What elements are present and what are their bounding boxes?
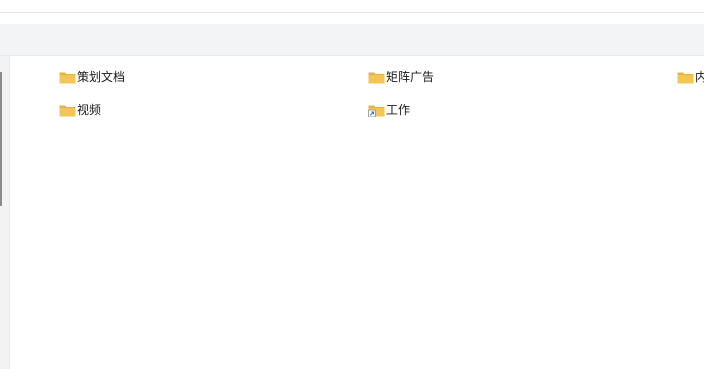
folder-label: 视频 [77,103,102,117]
folder-label: 工作 [386,103,411,117]
folder-item[interactable]: 内 [677,66,704,88]
folder-label: 策划文档 [77,70,126,84]
file-explorer-window: 策划文档 矩阵广告 内 视频 工作 [0,0,704,369]
folder-item[interactable]: 策划文档 [59,66,125,88]
folder-content-area: 策划文档 矩阵广告 内 视频 工作 [10,56,704,369]
navigation-scrollbar[interactable] [0,72,2,206]
folder-item[interactable]: 工作 [368,99,410,121]
folder-icon [59,70,76,84]
folder-item[interactable]: 矩阵广告 [368,66,434,88]
address-bar-area [0,0,704,13]
folder-item[interactable]: 视频 [59,99,101,121]
folder-shortcut-icon [368,103,385,117]
folder-label: 矩阵广告 [386,70,435,84]
folder-icon [59,103,76,117]
column-header-bar [0,24,704,56]
folder-label: 内 [695,70,704,84]
folder-icon [677,70,694,84]
folder-icon [368,70,385,84]
